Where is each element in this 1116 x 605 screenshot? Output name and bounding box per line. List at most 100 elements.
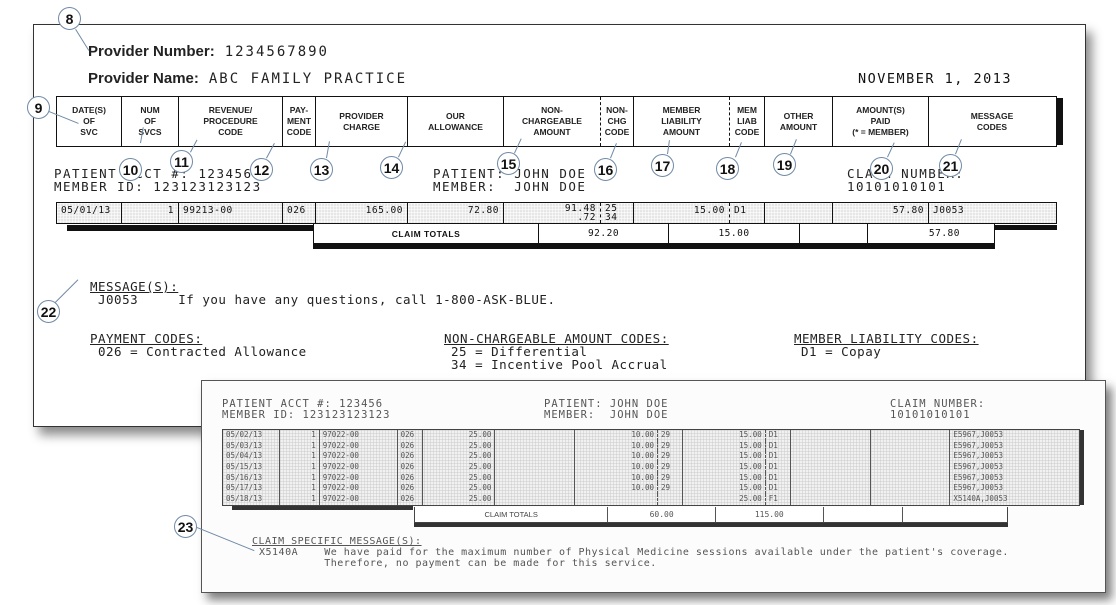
example-cell-num: 1 (280, 483, 320, 495)
example-cell-nonchg: 10.00 (575, 472, 658, 484)
col-header-our-allowance: OUR ALLOWANCE (408, 97, 504, 146)
example-cell-procedure: 97022-00 (320, 430, 398, 441)
col-header-non-chargeable: NON- CHARGEABLE AMOUNT (504, 97, 601, 146)
callout-marker: 9 (27, 96, 50, 119)
example-cell-date: 05/15/13 (223, 462, 280, 473)
example-cell-mem-liab: 15.00 (683, 462, 766, 473)
example-cell-other (791, 494, 871, 505)
example-cell-mem-code: D1 (766, 483, 791, 495)
svc-our-allowance: 72.80 (408, 203, 504, 223)
example-table-row: 05/03/13 1 97022-00 026 25.00 10.00 29 15.00 D1 E… (223, 440, 1079, 452)
example-cell-nonchg-code (658, 494, 683, 505)
svc-date: 05/01/13 (57, 203, 122, 223)
example-cell-date: 05/18/13 (223, 494, 280, 505)
example-cell-mem-liab: 25.00 (683, 494, 766, 505)
example-cell-num: 1 (280, 430, 320, 441)
message-code: J0053 (98, 292, 139, 307)
example-row-shadow (232, 506, 413, 510)
example-cell-pay: 026 (398, 451, 423, 463)
example-cell-nonchg-code: 29 (658, 472, 683, 484)
example-cell-msgs: E5967,J0053 (953, 472, 1003, 482)
example-message-text: We have paid for the maximum number of P… (324, 547, 1009, 569)
example-cell-procedure: 97022-00 (320, 440, 398, 452)
col-header-provider-charge: PROVIDER CHARGE (316, 97, 408, 146)
callout-marker: 21 (939, 154, 962, 177)
example-cell-other (791, 462, 871, 473)
example-cell-nonchg: 10.00 (575, 451, 658, 463)
example-messages-title: CLAIM SPECIFIC MESSAGE(S): (252, 536, 422, 547)
svc-amount-paid: 57.80 (833, 203, 929, 223)
example-cell-paid (871, 462, 951, 473)
example-table-row: 05/02/13 1 97022-00 026 25.00 10.00 29 15.00 D1 E… (223, 430, 1079, 441)
example-table-row: 05/04/13 1 97022-00 026 25.00 10.00 29 15.00 D1 E… (223, 451, 1079, 463)
example-cell-num: 1 (280, 451, 320, 463)
example-cell-procedure: 97022-00 (320, 494, 398, 505)
callout-marker: 17 (651, 154, 674, 177)
example-cell-pay: 026 (398, 494, 423, 505)
example-table-row: 05/15/13 1 97022-00 026 25.00 10.00 29 15.00 D1 E… (223, 462, 1079, 473)
total-amount-paid: 57.80 (928, 228, 960, 239)
col-header-amount-paid: AMOUNT(S) PAID (* = MEMBER) (833, 97, 929, 146)
example-cell-allow (495, 483, 576, 495)
example-cell-nonchg (575, 494, 658, 505)
col-header-procedure-code: REVENUE/ PROCEDURE CODE (179, 97, 283, 146)
example-cell-date: 05/16/13 (223, 472, 280, 484)
callout-marker: 20 (870, 157, 893, 180)
example-cell-mem-liab: 15.00 (683, 472, 766, 484)
example-service-lines: 05/02/13 1 97022-00 026 25.00 10.00 29 15.00 D1 E… (222, 429, 1080, 506)
example-cell-allow (495, 440, 576, 452)
row-shadow (67, 225, 313, 231)
example-claim-number: 10101010101 (890, 409, 971, 421)
example-claim-number-block: CLAIM NUMBER: 10101010101 (890, 399, 985, 421)
example-cell-charge: 25.00 (423, 462, 496, 473)
claim-example-document: PATIENT ACCT #: 123456 MEMBER ID: 123123… (201, 380, 1106, 593)
example-patient-name-block: PATIENT: JOHN DOE MEMBER: JOHN DOE (544, 399, 668, 421)
callout-marker: 10 (119, 158, 142, 181)
callout-marker: 22 (37, 300, 60, 323)
example-cell-num: 1 (280, 472, 320, 484)
callout-marker: 8 (58, 7, 81, 30)
example-cell-other (791, 430, 871, 441)
example-table-row: 05/17/13 1 97022-00 026 25.00 10.00 29 15.00 D1 E… (223, 483, 1079, 495)
example-cell-mem-liab: 15.00 (683, 451, 766, 463)
example-cell-paid (871, 472, 951, 484)
claim-totals-row: CLAIM TOTALS 92.20 15.00 57.80 (313, 224, 995, 244)
callout-marker: 15 (497, 152, 520, 175)
example-cell-mem-code: D1 (766, 472, 791, 484)
example-patient-account-block: PATIENT ACCT #: 123456 MEMBER ID: 123123… (222, 399, 390, 421)
example-total-non-chargeable: 60.00 (608, 507, 716, 522)
example-cell-procedure: 97022-00 (320, 451, 398, 463)
total-other-amount (800, 224, 868, 243)
svc-member-liability: 15.00 (634, 203, 730, 223)
example-member-line: MEMBER: JOHN DOE (544, 409, 669, 421)
example-table-row: 05/16/13 1 97022-00 026 25.00 10.00 29 15.00 D1 E… (223, 472, 1079, 484)
example-cell-paid (871, 494, 951, 505)
example-cell-allow (495, 462, 576, 473)
example-cell-paid (871, 451, 951, 463)
example-cell-nonchg: 10.00 (575, 483, 658, 495)
example-cell-nonchg: 10.00 (575, 430, 658, 441)
example-cell-procedure: 97022-00 (320, 462, 398, 473)
example-claim-totals-row: CLAIM TOTALS 60.00 115.00 (414, 507, 1008, 523)
provider-name-label: Provider Name: (88, 70, 199, 87)
example-cell-date: 05/17/13 (223, 483, 280, 495)
example-table-row: 05/18/13 1 97022-00 026 25.00 25.00 F1 X5140A,J… (223, 494, 1079, 505)
example-cell-charge: 25.00 (423, 451, 496, 463)
example-cell-paid (871, 483, 951, 495)
example-cell-mem-code: D1 (766, 430, 791, 441)
callout-marker: 14 (380, 156, 403, 179)
example-cell-pay: 026 (398, 472, 423, 484)
example-cell-pay: 026 (398, 483, 423, 495)
example-cell-msgs: E5967,J0053 (953, 430, 1003, 439)
member-line: MEMBER: JOHN DOE (433, 179, 587, 194)
example-cell-msgs: E5967,J0053 (953, 451, 1003, 461)
col-header-non-chg-code: NON- CHG CODE (601, 97, 634, 146)
callout-marker: 16 (594, 158, 617, 181)
example-cell-nonchg: 10.00 (575, 462, 658, 473)
callout-marker: 18 (716, 157, 739, 180)
col-header-message-codes: MESSAGE CODES (970, 110, 1014, 132)
example-cell-other (791, 451, 871, 463)
claim-number: 10101010101 (847, 179, 947, 194)
example-cell-nonchg-code: 29 (658, 462, 683, 473)
example-cell-charge: 25.00 (423, 483, 496, 495)
